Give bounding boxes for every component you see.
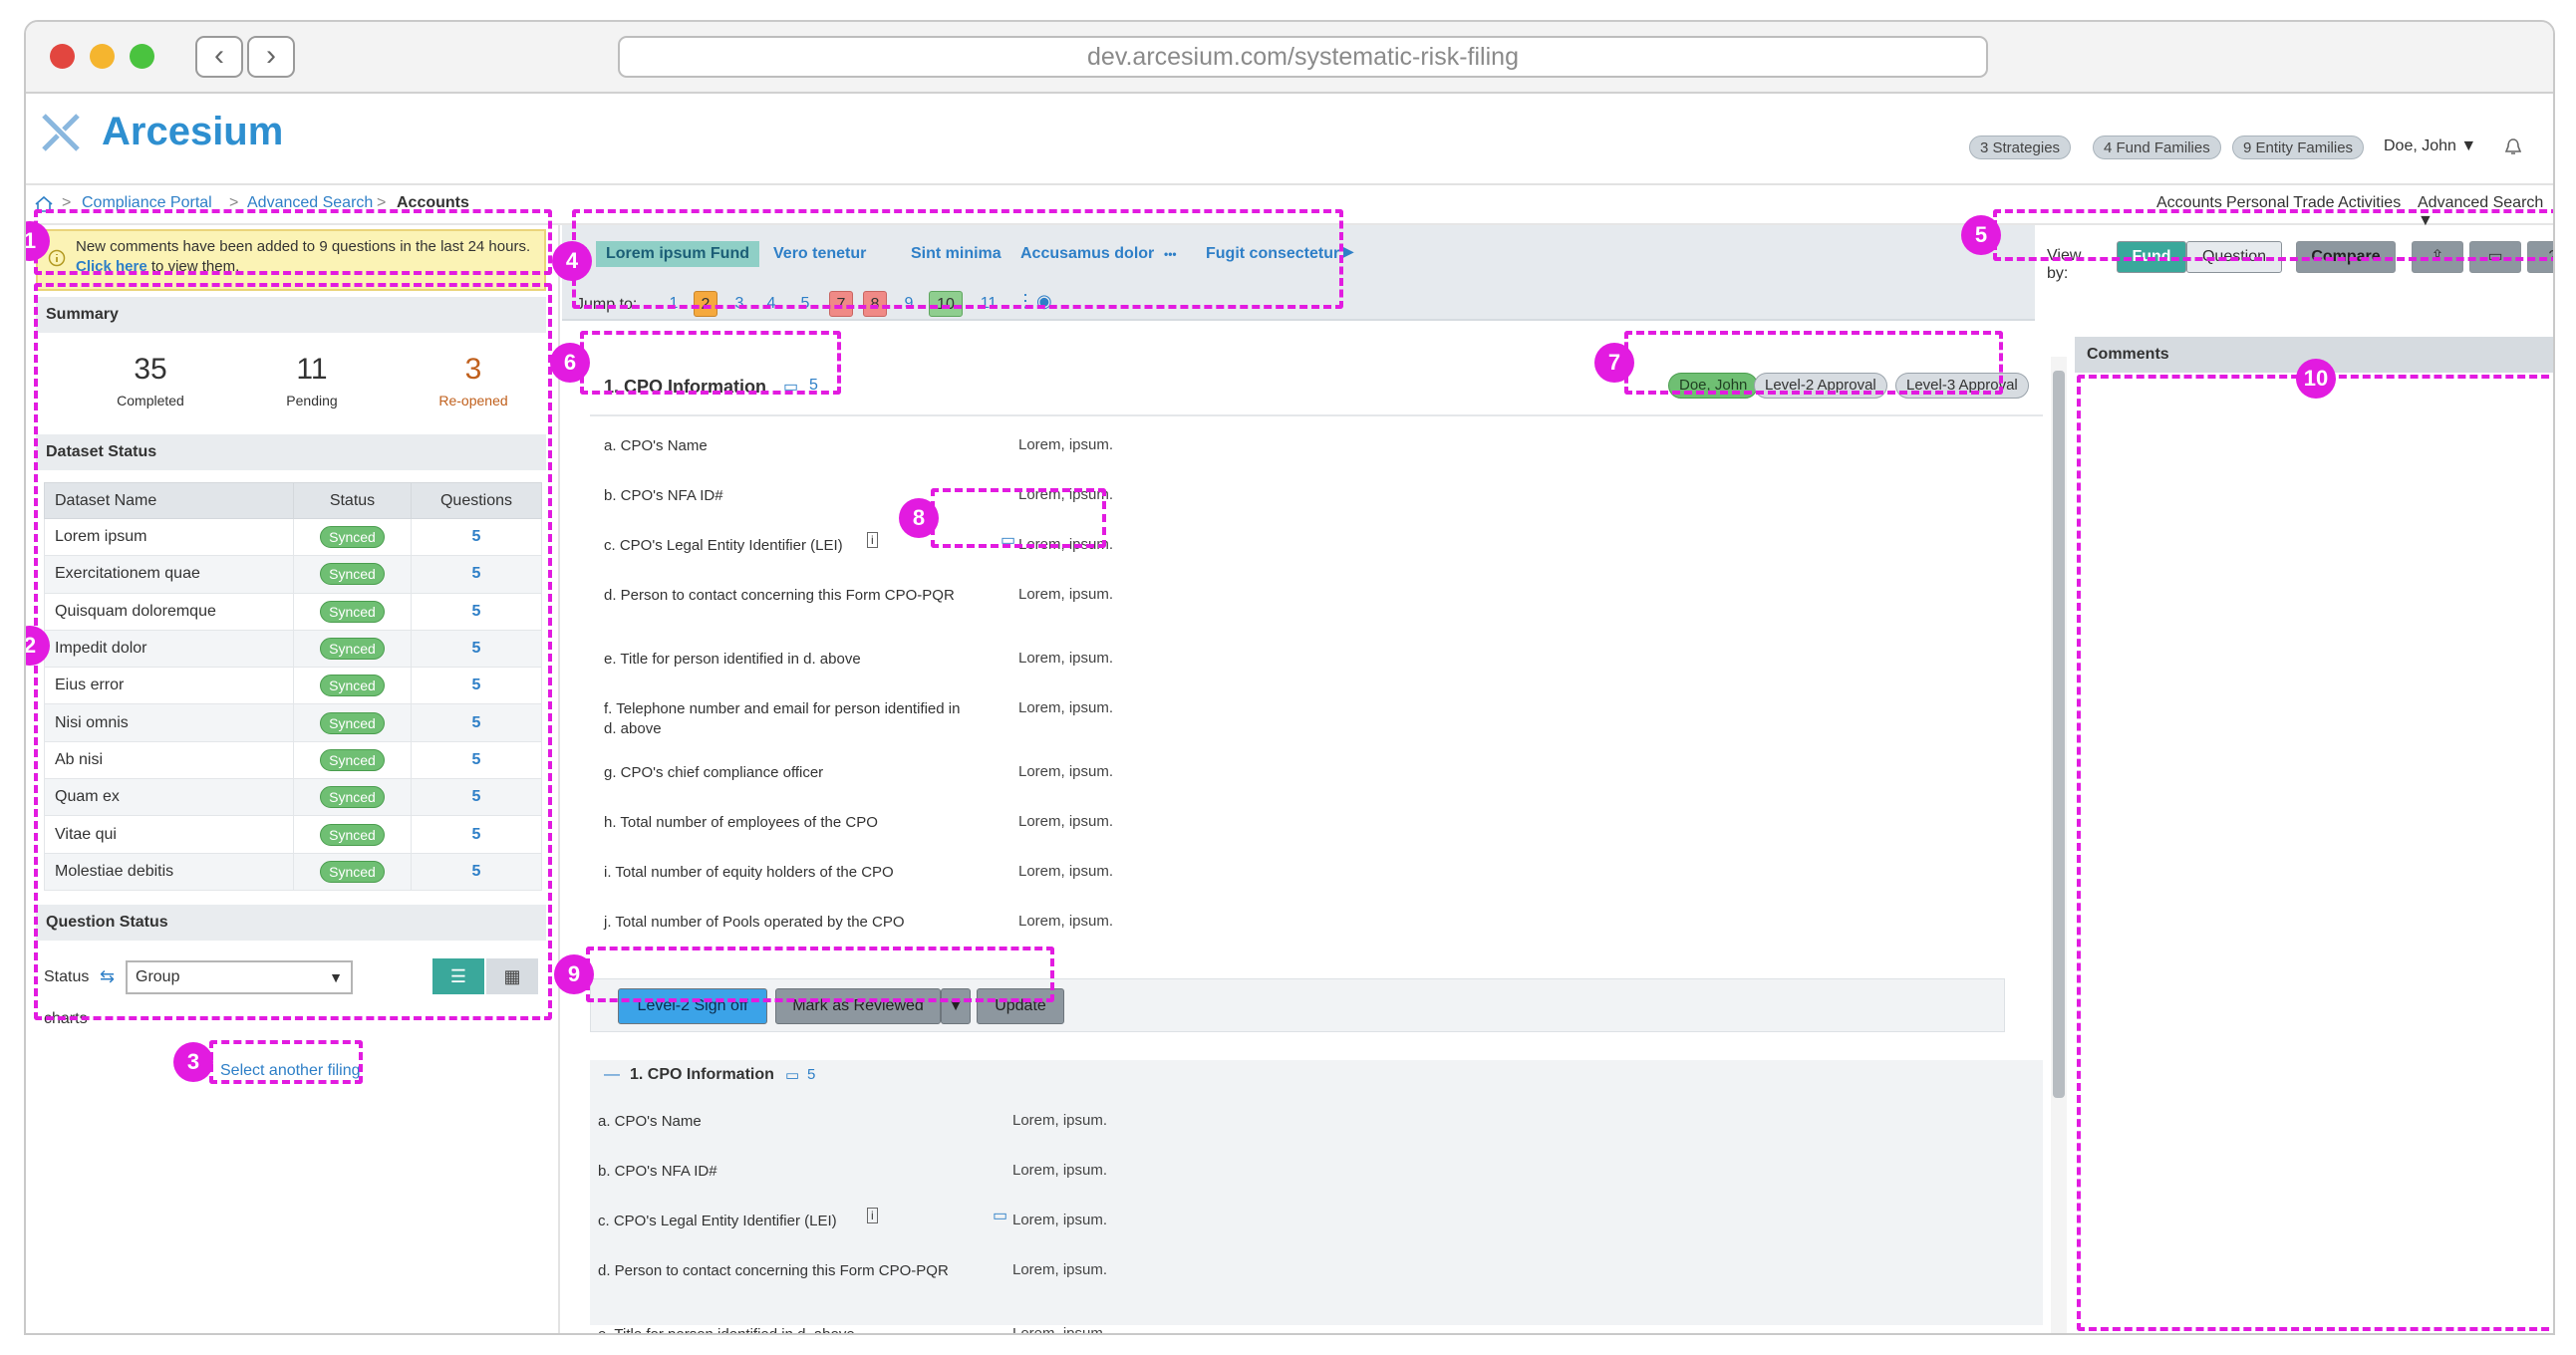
question-label: c. CPO's Legal Entity Identifier (LEI) [604,537,843,554]
annotation-badge-3: 3 [173,1042,213,1082]
answer-value[interactable]: Lorem, ipsum. [1018,813,1113,830]
annotation-badge-4: 4 [552,241,592,281]
answer-value[interactable]: Lorem, ipsum. [1012,1162,1107,1179]
annotation-box-10 [2077,375,2553,1331]
answer-value[interactable]: Lorem, ipsum. [1018,863,1113,880]
address-bar[interactable]: dev.arcesium.com/systematic-risk-filing [618,36,1988,78]
annotation-box-5 [1993,209,2553,261]
annotation-box-6 [580,331,841,395]
annotation-box-2 [34,283,552,1020]
annotation-badge-6: 6 [550,343,590,383]
info-box-icon[interactable]: i [867,532,878,548]
question-label: d. Person to contact concerning this For… [598,1262,949,1279]
collapse-icon[interactable]: — [604,1066,620,1084]
fund-next-arrow-icon[interactable]: ▶ [1343,243,1354,260]
answer-value[interactable]: Lorem, ipsum. [1012,1261,1107,1278]
browser-titlebar: ‹ › dev.arcesium.com/systematic-risk-fil… [26,22,2553,94]
strategies-pill[interactable]: 3 Strategies [1969,136,2072,159]
answer-value[interactable]: Lorem, ipsum. [1012,1212,1107,1228]
section2-title: 1. CPO Information [630,1066,774,1083]
info-box-icon[interactable]: i [867,1208,878,1223]
answer-value[interactable]: Lorem, ipsum. [1018,699,1113,716]
question-section: 1. CPO Information ▭ 5 Doe, John Level-2… [590,357,2043,1333]
annotation-box-8 [931,488,1106,548]
question-label: d. Person to contact concerning this For… [604,587,955,604]
app-name: Arcesium [102,110,284,153]
question-label: j. Total number of Pools operated by the… [604,914,905,931]
section-collapsed: — 1. CPO Information ▭ 5 a. CPO's Name Lo… [590,1060,2043,1333]
annotation-badge-9: 9 [554,954,594,994]
scrollbar[interactable] [2051,357,2067,1333]
answer-value[interactable]: Lorem, ipsum. [1018,650,1113,667]
answer-value[interactable]: Lorem, ipsum. [1018,913,1113,930]
question-label: f. Telephone number and email for person… [604,700,961,737]
browser-window: ‹ › dev.arcesium.com/systematic-risk-fil… [24,20,2555,1335]
question-label: g. CPO's chief compliance officer [604,764,824,781]
app-logo[interactable]: Arcesium [40,110,283,154]
comment-icon[interactable]: ▭ [785,1066,799,1084]
fund-families-pill[interactable]: 4 Fund Families [2093,136,2221,159]
annotation-box-7 [1624,331,2003,395]
question-label: c. CPO's Legal Entity Identifier (LEI) [598,1213,837,1229]
section2-comment-count[interactable]: 5 [807,1066,815,1083]
question-label: h. Total number of employees of the CPO [604,814,878,831]
annotation-badge-10: 10 [2296,359,2336,399]
question-label: e. Title for person identified in d. abo… [598,1326,855,1335]
arcesium-logo-icon [42,113,80,151]
question-label: e. Title for person identified in d. abo… [604,651,861,668]
forward-arrow-icon[interactable]: › [247,36,295,78]
close-window-button[interactable] [50,44,75,69]
annotation-box-1 [34,209,552,275]
answer-value[interactable]: Lorem, ipsum. [1012,1112,1107,1129]
app-header: Arcesium 3 Strategies 4 Fund Families 9 … [26,94,2553,185]
back-arrow-icon[interactable]: ‹ [195,36,243,78]
answer-value[interactable]: Lorem, ipsum. [1012,1325,1107,1333]
question-label: b. CPO's NFA ID# [598,1163,717,1180]
entity-families-pill[interactable]: 9 Entity Families [2232,136,2365,159]
annotation-box-4 [572,209,1343,309]
annotation-box-9 [586,947,1054,1002]
maximize-window-button[interactable] [130,44,154,69]
annotation-box-3 [209,1040,363,1084]
annotation-badge-7: 7 [1594,343,1634,383]
minimize-window-button[interactable] [90,44,115,69]
bell-icon[interactable] [2503,137,2523,157]
user-menu[interactable]: Doe, John ▼ [2384,137,2476,155]
comment-icon[interactable]: ▭ [993,1206,1007,1225]
annotation-badge-8: 8 [899,498,939,538]
answer-value[interactable]: Lorem, ipsum. [1018,763,1113,780]
question-label: a. CPO's Name [604,437,708,454]
question-label: a. CPO's Name [598,1113,702,1130]
scrollbar-thumb[interactable] [2053,371,2065,1098]
question-label: i. Total number of equity holders of the… [604,864,894,881]
answer-value[interactable]: Lorem, ipsum. [1018,436,1113,453]
answer-value[interactable]: Lorem, ipsum. [1018,586,1113,603]
annotation-badge-5: 5 [1961,215,2001,255]
